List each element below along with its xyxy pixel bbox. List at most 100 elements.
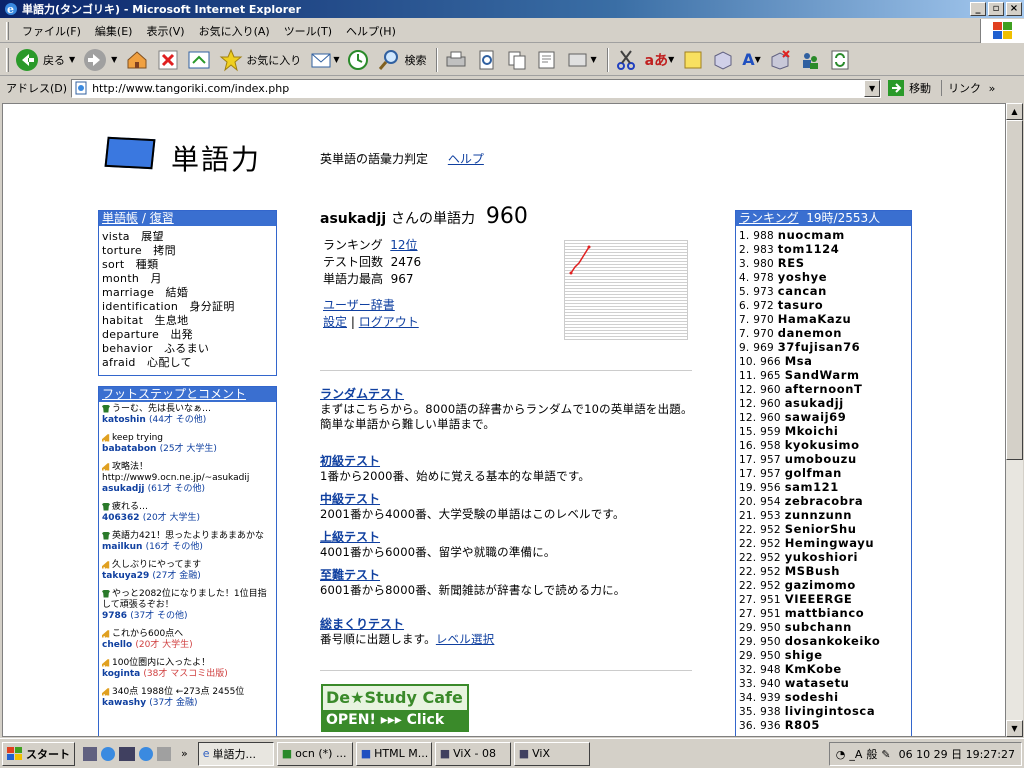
ranking-row[interactable]: 27. 951 mattbianco: [739, 606, 908, 620]
vocab-item[interactable]: month 月: [99, 272, 276, 286]
rank-username[interactable]: asukadjj: [785, 396, 844, 410]
ranking-row[interactable]: 22. 952 Hemingwayu: [739, 536, 908, 550]
task-button[interactable]: ■ ViX - 08: [434, 741, 511, 766]
print-preview-button[interactable]: [474, 46, 500, 74]
delete-button[interactable]: [767, 46, 793, 74]
rank-username[interactable]: VIEEERGE: [785, 592, 853, 606]
rank-username[interactable]: zebracobra: [785, 494, 864, 508]
tray-icon[interactable]: ◔: [836, 748, 846, 761]
rank-username[interactable]: shige: [785, 648, 823, 662]
tray-icon[interactable]: ✎: [881, 748, 890, 761]
rank-username[interactable]: umobouzu: [785, 452, 857, 466]
rank-username[interactable]: dosankokeiko: [785, 634, 881, 648]
ranking-row[interactable]: 12. 960 sawaij69: [739, 410, 908, 424]
ranking-row[interactable]: 7. 970 HamaKazu: [739, 312, 908, 326]
tray-icon[interactable]: _A: [849, 748, 862, 761]
footstep-user[interactable]: mailkun (16才 その他): [102, 542, 273, 553]
rank-username[interactable]: R805: [785, 718, 820, 732]
ranking-row[interactable]: 35. 938 livingintosca: [739, 704, 908, 718]
ranking-row[interactable]: 29. 950 subchann: [739, 620, 908, 634]
footstep-user[interactable]: katoshin (44才 その他): [102, 415, 273, 426]
vocab-item[interactable]: sort 種類: [99, 258, 276, 272]
ranking-row[interactable]: 29. 950 dosankokeiko: [739, 634, 908, 648]
quick-launch-ie-icon[interactable]: [101, 746, 115, 761]
footstep-username[interactable]: chello: [102, 640, 132, 650]
footstep-username[interactable]: katoshin: [102, 415, 146, 425]
rank-username[interactable]: subchann: [785, 620, 852, 634]
ranking-row[interactable]: 16. 958 kyokusimo: [739, 438, 908, 452]
footstep-user[interactable]: kawashy (37才 金融): [102, 698, 273, 709]
stop-button[interactable]: [155, 46, 181, 74]
help-link[interactable]: ヘルプ: [448, 152, 484, 166]
logout-link[interactable]: ログアウト: [359, 315, 419, 329]
test-link[interactable]: ランダムテスト: [320, 387, 404, 401]
print-button[interactable]: [442, 46, 470, 74]
ranking-row[interactable]: 4. 978 yoshye: [739, 270, 908, 284]
go-button[interactable]: 移動: [887, 79, 931, 97]
quick-launch-icon[interactable]: [83, 746, 97, 761]
rank-username[interactable]: yoshye: [778, 270, 827, 284]
menu-file[interactable]: ファイル(F): [15, 23, 88, 39]
rank-username[interactable]: SandWarm: [785, 368, 860, 382]
ranking-row[interactable]: 19. 956 sam121: [739, 480, 908, 494]
ranking-row[interactable]: 21. 953 zunnzunn: [739, 508, 908, 522]
restore-button[interactable]: ▫: [988, 2, 1004, 16]
footstep-username[interactable]: takuya29: [102, 571, 149, 581]
rank-username[interactable]: Msa: [785, 354, 813, 368]
footstep-username[interactable]: babatabon: [102, 444, 156, 454]
rank-username[interactable]: nuocmam: [778, 228, 845, 242]
footstep-username[interactable]: 9786: [102, 611, 127, 621]
vertical-scrollbar[interactable]: ▲ ▼: [1006, 103, 1023, 737]
ranking-row[interactable]: 22. 952 yukoshiori: [739, 550, 908, 564]
rank-username[interactable]: Mkoichi: [785, 424, 839, 438]
footstep-user[interactable]: takuya29 (27才 金融): [102, 571, 273, 582]
user-dictionary-link[interactable]: ユーザー辞書: [323, 298, 395, 312]
level-select-link[interactable]: レベル選択: [436, 632, 495, 646]
ranking-row[interactable]: 15. 959 Mkoichi: [739, 424, 908, 438]
quick-launch-icon[interactable]: [157, 746, 171, 761]
vocab-item[interactable]: behavior ふるまい: [99, 342, 276, 356]
address-url[interactable]: http://www.tangoriki.com/index.php: [92, 82, 289, 95]
footstep-user[interactable]: 9786 (37才 その他): [102, 611, 273, 622]
ranking-row[interactable]: 22. 952 gazimomo: [739, 578, 908, 592]
edit-button[interactable]: [534, 46, 560, 74]
ranking-row[interactable]: 33. 940 watasetu: [739, 676, 908, 690]
back-button[interactable]: 戻る ▼: [13, 46, 77, 74]
footstep-user[interactable]: babatabon (25才 大学生): [102, 444, 273, 455]
footstep-username[interactable]: koginta: [102, 669, 140, 679]
ranking-row[interactable]: 2. 983 tom1124: [739, 242, 908, 256]
ranking-row[interactable]: 3. 980 RES: [739, 256, 908, 270]
rank-username[interactable]: zunnzunn: [785, 508, 852, 522]
tray-icon[interactable]: 般: [866, 746, 877, 762]
rank-username[interactable]: 37fujisan76: [778, 340, 860, 354]
site-logo-icon[interactable]: [104, 136, 156, 170]
cube-button[interactable]: [710, 46, 736, 74]
history-button[interactable]: [345, 46, 371, 74]
ranking-row[interactable]: 5. 973 cancan: [739, 284, 908, 298]
ranking-value-link[interactable]: 12位: [390, 238, 417, 252]
footstep-username[interactable]: mailkun: [102, 542, 142, 552]
ranking-row[interactable]: 27. 951 VIEEERGE: [739, 592, 908, 606]
translate-button[interactable]: aあ ▼: [643, 46, 677, 74]
chevron-down-icon[interactable]: ▼: [69, 55, 75, 64]
rank-username[interactable]: danemon: [778, 326, 842, 340]
window-titlebar[interactable]: e 単語力(タンゴリキ) - Microsoft Internet Explor…: [0, 0, 1024, 18]
rank-username[interactable]: tasuro: [778, 298, 823, 312]
rank-username[interactable]: sawaij69: [785, 410, 847, 424]
test-link[interactable]: 至難テスト: [320, 568, 380, 582]
chevron-down-icon[interactable]: ▼: [111, 55, 117, 64]
vocab-item[interactable]: identification 身分証明: [99, 300, 276, 314]
rank-username[interactable]: mattbianco: [785, 606, 865, 620]
rank-username[interactable]: RES: [778, 256, 805, 270]
ranking-row[interactable]: 36. 936 R805: [739, 718, 908, 732]
chevron-down-icon[interactable]: ▼: [864, 79, 881, 97]
test-link[interactable]: 上級テスト: [320, 530, 380, 544]
rank-username[interactable]: kyokusimo: [785, 438, 860, 452]
links-button[interactable]: リンク »: [941, 80, 995, 96]
task-button[interactable]: ■ ViX: [513, 741, 590, 766]
rank-username[interactable]: golfman: [785, 466, 842, 480]
vocab-item[interactable]: torture 拷問: [99, 244, 276, 258]
sync-button[interactable]: [827, 46, 853, 74]
ranking-row[interactable]: 32. 948 KmKobe: [739, 662, 908, 676]
ranking-row[interactable]: 12. 960 afternoonT: [739, 382, 908, 396]
